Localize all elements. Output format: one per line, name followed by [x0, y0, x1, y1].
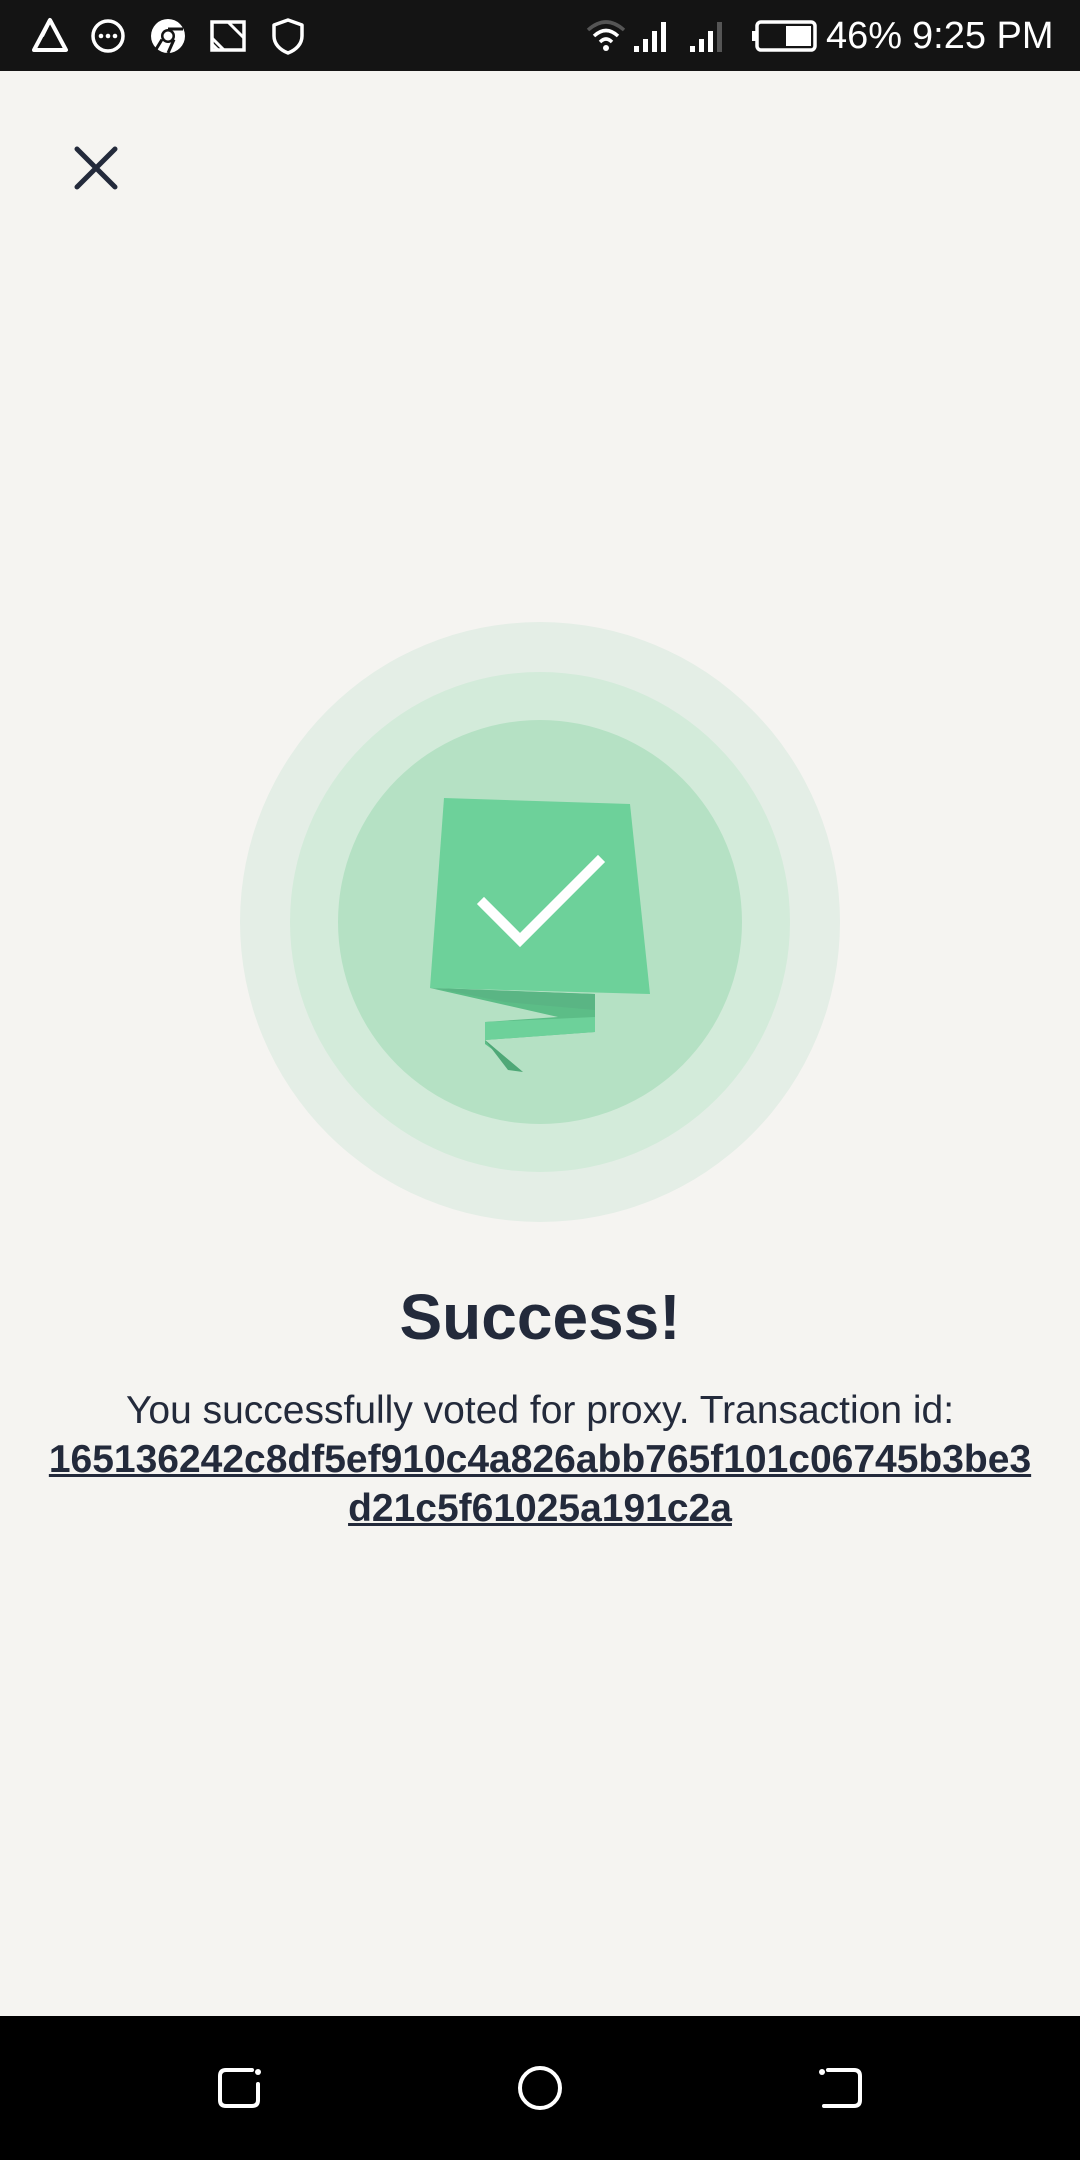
recents-icon: [212, 2060, 268, 2116]
signal-icon: [630, 14, 674, 58]
chrome-icon: [146, 14, 190, 58]
check-banner-icon: [240, 622, 840, 1222]
success-message: You successfully voted for proxy. Transa…: [40, 1386, 1040, 1533]
close-icon: [71, 143, 121, 193]
cast-icon: [206, 14, 250, 58]
navigation-bar: [0, 2016, 1080, 2160]
home-button[interactable]: [500, 2048, 580, 2128]
drive-icon: [28, 14, 72, 58]
success-illustration: [240, 622, 840, 1222]
battery-percent: 46%: [826, 15, 903, 57]
signal-icon-2: [686, 14, 730, 58]
close-button[interactable]: [56, 128, 136, 208]
back-icon: [812, 2060, 868, 2116]
recents-button[interactable]: [200, 2048, 280, 2128]
back-button[interactable]: [800, 2048, 880, 2128]
messages-icon: [86, 14, 130, 58]
message-text: You successfully voted for proxy. Transa…: [125, 1389, 955, 1432]
status-bar: 46% 9:25 PM: [0, 0, 1080, 71]
shield-icon: [266, 14, 310, 58]
clock: 9:25 PM: [912, 15, 1054, 57]
page-title: Success!: [399, 1281, 681, 1353]
battery-icon: [748, 14, 820, 58]
wifi-icon: [584, 14, 628, 58]
transaction-id-link[interactable]: 165136242c8df5ef910c4a826abb765f101c0674…: [40, 1435, 1040, 1533]
home-icon: [512, 2060, 568, 2116]
success-screen: 46% 9:25 PM Success! You successfully vo…: [0, 0, 1080, 2160]
